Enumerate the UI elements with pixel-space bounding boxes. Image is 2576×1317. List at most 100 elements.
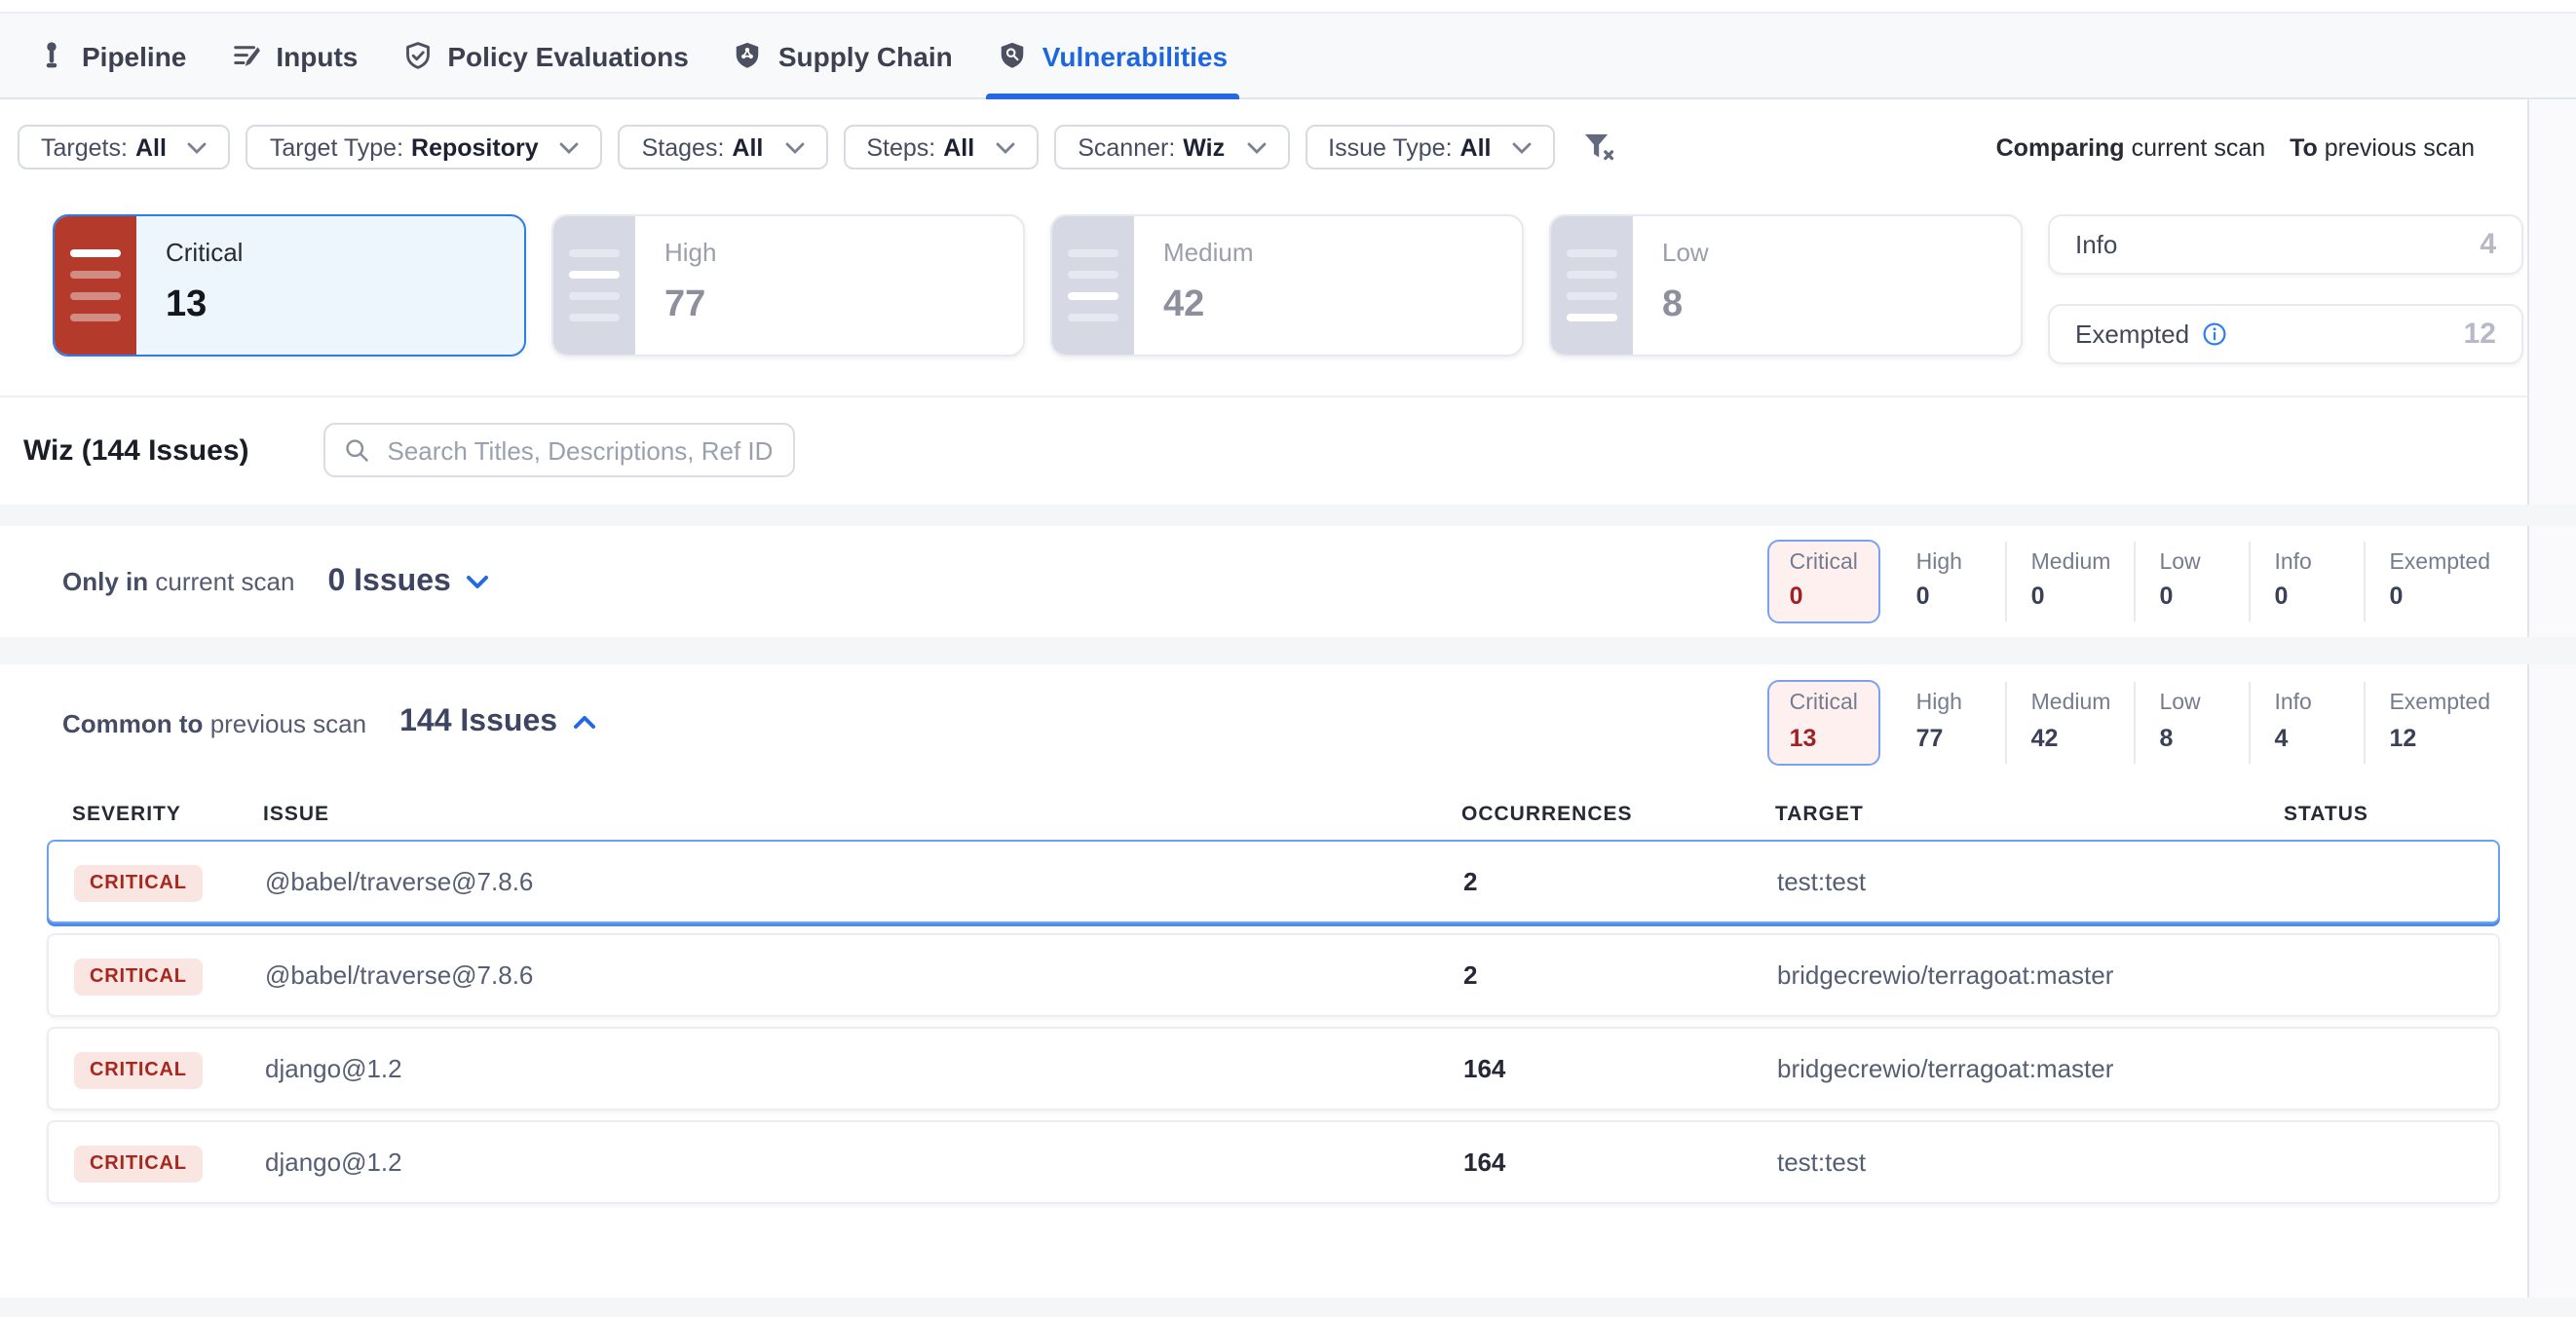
counter-low[interactable]: Low 0 [2134,541,2249,622]
filter-targets[interactable]: Targets: All [18,125,231,169]
severity-card-label: High [664,238,717,267]
counter-medium[interactable]: Medium 0 [2006,541,2135,622]
counter-label: Low [2159,546,2225,579]
counter-high[interactable]: High 77 [1893,682,2006,764]
tab-vulnerabilities[interactable]: Vulnerabilities [994,14,1231,97]
vulnerabilities-page: Pipeline Inputs Policy Evaluations Suppl… [0,0,2576,1227]
chevron-down-icon [1246,141,1266,153]
target-name: bridgecrewio/terragoat:master [1777,1054,2286,1083]
clear-filters-icon[interactable] [1583,132,1616,162]
common-issues-toggle[interactable]: 144 Issues [399,705,596,740]
supply-chain-icon [734,41,763,70]
tab-label: Vulnerabilities [1042,40,1228,71]
tab-supply-chain[interactable]: Supply Chain [730,14,957,97]
chevron-down-icon [560,141,580,153]
counter-value: 42 [2031,721,2111,756]
filter-value: All [135,133,167,161]
column-header-severity: SEVERITY [72,803,263,826]
counter-info[interactable]: Info 0 [2249,541,2364,622]
counter-value: 0 [1790,580,1860,615]
filter-value: All [943,133,974,161]
severity-card-info[interactable]: Info 4 [2048,214,2523,275]
occurrences-value: 164 [1463,1148,1777,1177]
search-icon [343,436,370,464]
counter-value: 12 [2389,721,2490,756]
issue-count: 144 Issues [399,705,557,740]
chevron-down-icon [1513,141,1533,153]
counter-value: 0 [2159,580,2225,615]
chevron-down-icon [784,141,804,153]
table-row[interactable]: CRITICAL django@1.2 164 test:test [47,1120,2500,1204]
counter-critical[interactable]: Critical 0 [1768,539,1881,624]
filter-steps[interactable]: Steps: All [843,125,1039,169]
counter-label: High [1916,688,1983,720]
counter-label: Info [2274,688,2340,720]
counter-value: 0 [2031,580,2111,615]
comparing-text: current scan [2132,133,2266,161]
counter-exempted[interactable]: Exempted 12 [2364,682,2514,764]
severity-card-critical[interactable]: Critical 13 [53,214,526,357]
table-row[interactable]: CRITICAL @babel/traverse@7.8.6 2 test:te… [47,840,2500,923]
issue-name: django@1.2 [265,1054,1463,1083]
filter-stages[interactable]: Stages: All [619,125,828,169]
counter-critical[interactable]: Critical 13 [1768,680,1881,766]
filter-target-type[interactable]: Target Type: Repository [246,125,603,169]
side-cards-column: Info 4 Exempted 12 [2048,214,2523,364]
counter-exempted[interactable]: Exempted 0 [2364,541,2514,622]
inputs-icon [231,41,260,70]
target-name: test:test [1777,1148,2286,1177]
severity-card-exempted[interactable]: Exempted 12 [2048,304,2523,364]
severity-card-count: 12 [2464,318,2496,351]
severity-badge: CRITICAL [74,958,203,995]
filter-issue-type[interactable]: Issue Type: All [1305,125,1555,169]
tab-bar: Pipeline Inputs Policy Evaluations Suppl… [0,14,2576,99]
filter-label: Steps: [866,133,935,161]
only-in-current-scan-panel: Only in current scan 0 Issues Critical 0… [0,526,2529,637]
table-bottom-padding [0,1214,2527,1298]
tab-inputs[interactable]: Inputs [227,14,361,97]
issues-table-header: SEVERITY ISSUE OCCURRENCES TARGET STATUS [47,789,2500,840]
scan-group-label-bold: Only in [62,567,148,596]
column-header-issue: ISSUE [263,803,1461,826]
tab-pipeline[interactable]: Pipeline [33,14,190,97]
severity-card-medium[interactable]: Medium 42 [1050,214,1524,357]
search-input[interactable] [384,433,776,467]
counter-medium[interactable]: Medium 42 [2006,682,2135,764]
scan-group-label-rest: current scan [155,567,294,596]
severity-card-label: Low [1662,238,1709,267]
target-name: bridgecrewio/terragoat:master [1777,960,2286,990]
table-row[interactable]: CRITICAL django@1.2 164 bridgecrewio/ter… [47,1027,2500,1110]
issue-name: @babel/traverse@7.8.6 [265,867,1463,896]
severity-counters: Critical 13 High 77 Medium 42 Low 8 Info [1768,680,2514,766]
filter-scanner[interactable]: Scanner: Wiz [1054,125,1289,169]
counter-high[interactable]: High 0 [1893,541,2006,622]
comparing-text: previous scan [2325,133,2475,161]
filter-row: Targets: All Target Type: Repository Sta… [0,99,2527,177]
only-in-issues-toggle[interactable]: 0 Issues [327,564,489,599]
critical-bars-icon [55,216,136,355]
issue-name: django@1.2 [265,1148,1463,1177]
counter-info[interactable]: Info 4 [2249,682,2364,764]
severity-card-low[interactable]: Low 8 [1549,214,2023,357]
issue-search [323,423,795,477]
high-bars-icon [553,216,635,355]
tab-label: Pipeline [82,40,186,71]
tab-policy-evaluations[interactable]: Policy Evaluations [398,14,692,97]
severity-card-high[interactable]: High 77 [551,214,1025,357]
scanner-title: Wiz (144 Issues) [23,433,249,467]
severity-badge: CRITICAL [74,1145,203,1182]
pipeline-icon [37,41,66,70]
counter-label: Exempted [2389,546,2490,579]
comparing-label: Comparing current scan To previous scan [1996,133,2475,161]
table-row[interactable]: CRITICAL @babel/traverse@7.8.6 2 bridgec… [47,933,2500,1017]
chevron-up-icon [573,715,596,731]
counter-value: 13 [1790,721,1860,756]
severity-card-label: Medium [1163,238,1254,267]
severity-card-count: 8 [1662,284,1709,327]
occurrences-value: 2 [1463,960,1777,990]
chevron-down-icon [996,141,1015,153]
severity-card-label: Info [2075,230,2117,259]
counter-value: 0 [2389,580,2490,615]
counter-label: Critical [1790,546,1860,579]
counter-low[interactable]: Low 8 [2134,682,2249,764]
